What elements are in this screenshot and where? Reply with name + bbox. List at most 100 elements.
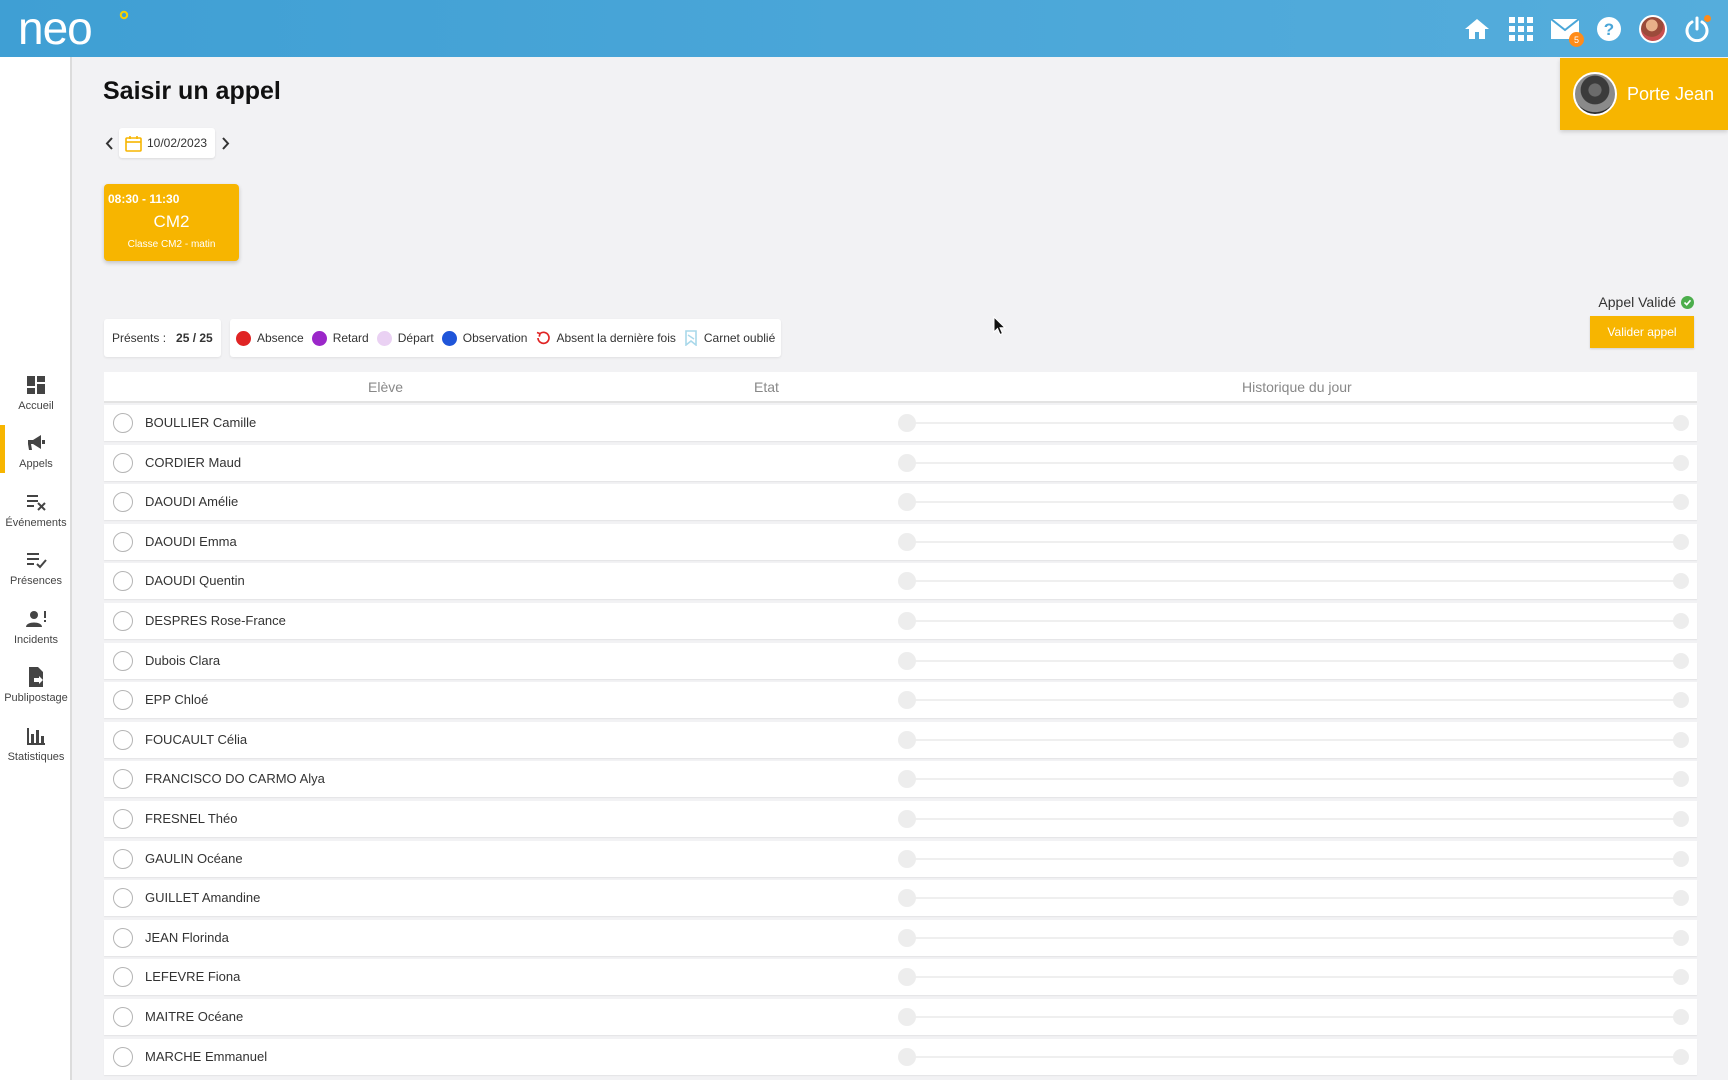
timeline-start-handle[interactable] bbox=[898, 770, 916, 789]
home-icon[interactable] bbox=[1462, 14, 1492, 44]
table-row[interactable]: DAOUDI Quentin bbox=[104, 563, 1697, 600]
table-row[interactable]: LEFEVRE Fiona bbox=[104, 959, 1697, 996]
presence-radio[interactable] bbox=[113, 927, 133, 948]
presence-radio[interactable] bbox=[113, 650, 133, 671]
timeline-end-handle[interactable] bbox=[1673, 573, 1689, 590]
date-picker[interactable]: 10/02/2023 bbox=[119, 128, 216, 158]
table-row[interactable]: GAULIN Océane bbox=[104, 840, 1697, 877]
presence-radio[interactable] bbox=[113, 888, 133, 909]
timeline-start-handle[interactable] bbox=[898, 651, 916, 670]
timeline-start-handle[interactable] bbox=[898, 849, 916, 868]
presence-radio[interactable] bbox=[113, 452, 133, 473]
timeline-end-handle[interactable] bbox=[1673, 929, 1689, 946]
timeline-end-handle[interactable] bbox=[1673, 652, 1689, 669]
timeline-start-handle[interactable] bbox=[898, 572, 916, 591]
table-row[interactable]: MAITRE Océane bbox=[104, 998, 1697, 1035]
table-row[interactable]: Dubois Clara bbox=[104, 642, 1697, 679]
user-avatar[interactable] bbox=[1638, 14, 1668, 44]
table-row[interactable]: DAOUDI Amélie bbox=[104, 484, 1697, 521]
presence-radio[interactable] bbox=[113, 729, 133, 750]
timeline-end-handle[interactable] bbox=[1673, 731, 1689, 748]
neo-logo[interactable]: neo bbox=[18, 6, 130, 50]
timeline-start-handle[interactable] bbox=[898, 809, 916, 828]
presence-radio[interactable] bbox=[113, 967, 133, 988]
timeline-start-handle[interactable] bbox=[898, 453, 916, 472]
legend-label: Observation bbox=[462, 331, 528, 345]
presence-radio[interactable] bbox=[113, 492, 133, 513]
sidebar-item-evenements[interactable]: Événements bbox=[0, 482, 72, 538]
timeline-end-handle[interactable] bbox=[1673, 692, 1689, 709]
timeline-end-handle[interactable] bbox=[1673, 454, 1689, 471]
help-icon[interactable]: ? bbox=[1594, 14, 1624, 44]
presence-radio[interactable] bbox=[113, 1006, 133, 1027]
valider-appel-button[interactable]: Valider appel bbox=[1590, 316, 1694, 348]
table-row[interactable]: FRESNEL Théo bbox=[104, 800, 1697, 837]
mail-icon[interactable]: 5 bbox=[1550, 14, 1584, 47]
timeline-end-handle[interactable] bbox=[1673, 771, 1689, 788]
history-timeline bbox=[907, 699, 1682, 702]
timeline-end-handle[interactable] bbox=[1673, 1008, 1689, 1025]
table-row[interactable]: FOUCAULT Célia bbox=[104, 721, 1697, 758]
timeline-end-handle[interactable] bbox=[1673, 810, 1689, 827]
legend-absence: Absence bbox=[236, 330, 304, 346]
presence-radio[interactable] bbox=[113, 690, 133, 711]
table-row[interactable]: BOULLIER Camille bbox=[104, 405, 1697, 441]
sidebar-item-appels[interactable]: Appels bbox=[0, 423, 72, 479]
student-name: GAULIN Océane bbox=[145, 850, 243, 866]
presence-radio[interactable] bbox=[113, 808, 133, 829]
table-row[interactable]: DESPRES Rose-France bbox=[104, 602, 1697, 639]
table-row[interactable]: MARCHE Emmanuel bbox=[104, 1038, 1697, 1075]
timeline-end-handle[interactable] bbox=[1673, 494, 1689, 511]
user-badge[interactable]: Porte Jean bbox=[1560, 58, 1728, 130]
table-row[interactable]: EPP Chloé bbox=[104, 682, 1697, 719]
timeline-end-handle[interactable] bbox=[1673, 890, 1689, 907]
timeline-start-handle[interactable] bbox=[898, 928, 916, 947]
course-card[interactable]: 08:30 - 11:30 CM2 Classe CM2 - matin bbox=[104, 184, 239, 261]
timeline-end-handle[interactable] bbox=[1673, 612, 1689, 629]
timeline-end-handle[interactable] bbox=[1673, 969, 1689, 986]
timeline-end-handle[interactable] bbox=[1673, 850, 1689, 867]
presence-radio[interactable] bbox=[113, 769, 133, 790]
sidebar-label: Statistiques bbox=[7, 751, 65, 763]
timeline-start-handle[interactable] bbox=[898, 691, 916, 710]
timeline-start-handle[interactable] bbox=[898, 414, 916, 432]
power-icon[interactable] bbox=[1682, 14, 1712, 44]
timeline-end-handle[interactable] bbox=[1673, 533, 1689, 550]
table-row[interactable]: CORDIER Maud bbox=[104, 444, 1697, 481]
presence-radio[interactable] bbox=[113, 571, 133, 592]
table-row[interactable]: JEAN Florinda bbox=[104, 919, 1697, 956]
sidebar-item-incidents[interactable]: Incidents bbox=[0, 599, 72, 655]
sidebar-item-presences[interactable]: Présences bbox=[0, 540, 72, 596]
timeline-start-handle[interactable] bbox=[898, 889, 916, 908]
absence-dot-icon bbox=[236, 330, 251, 346]
timeline-end-handle[interactable] bbox=[1673, 1048, 1689, 1065]
timeline-start-handle[interactable] bbox=[898, 532, 916, 551]
presence-radio[interactable] bbox=[113, 610, 133, 631]
sidebar-item-publipostage[interactable]: Publipostage bbox=[0, 657, 72, 713]
timeline-start-handle[interactable] bbox=[898, 611, 916, 630]
svg-text:?: ? bbox=[1604, 20, 1614, 39]
student-name: DESPRES Rose-France bbox=[145, 612, 286, 628]
legend-depart: Départ bbox=[376, 330, 434, 346]
apps-grid-icon[interactable] bbox=[1506, 14, 1536, 44]
timeline-start-handle[interactable] bbox=[898, 1007, 916, 1026]
presence-radio[interactable] bbox=[113, 413, 133, 433]
timeline-start-handle[interactable] bbox=[898, 968, 916, 987]
timeline-end-handle[interactable] bbox=[1673, 415, 1689, 431]
sidebar-item-accueil[interactable]: Accueil bbox=[0, 365, 72, 421]
presence-radio[interactable] bbox=[113, 1046, 133, 1067]
student-name: BOULLIER Camille bbox=[145, 415, 257, 430]
sidebar-item-statistiques[interactable]: Statistiques bbox=[0, 716, 72, 772]
timeline-start-handle[interactable] bbox=[898, 493, 916, 512]
previous-day-button[interactable] bbox=[103, 128, 115, 158]
next-day-button[interactable] bbox=[219, 128, 231, 158]
table-row[interactable]: FRANCISCO DO CARMO Alya bbox=[104, 761, 1697, 798]
timeline-start-handle[interactable] bbox=[898, 1047, 916, 1066]
history-timeline bbox=[907, 778, 1682, 781]
presence-radio[interactable] bbox=[113, 848, 133, 869]
presence-radio[interactable] bbox=[113, 531, 133, 552]
legend-label: Retard bbox=[332, 331, 369, 345]
timeline-start-handle[interactable] bbox=[898, 730, 916, 749]
table-row[interactable]: GUILLET Amandine bbox=[104, 880, 1697, 917]
table-row[interactable]: DAOUDI Emma bbox=[104, 523, 1697, 560]
